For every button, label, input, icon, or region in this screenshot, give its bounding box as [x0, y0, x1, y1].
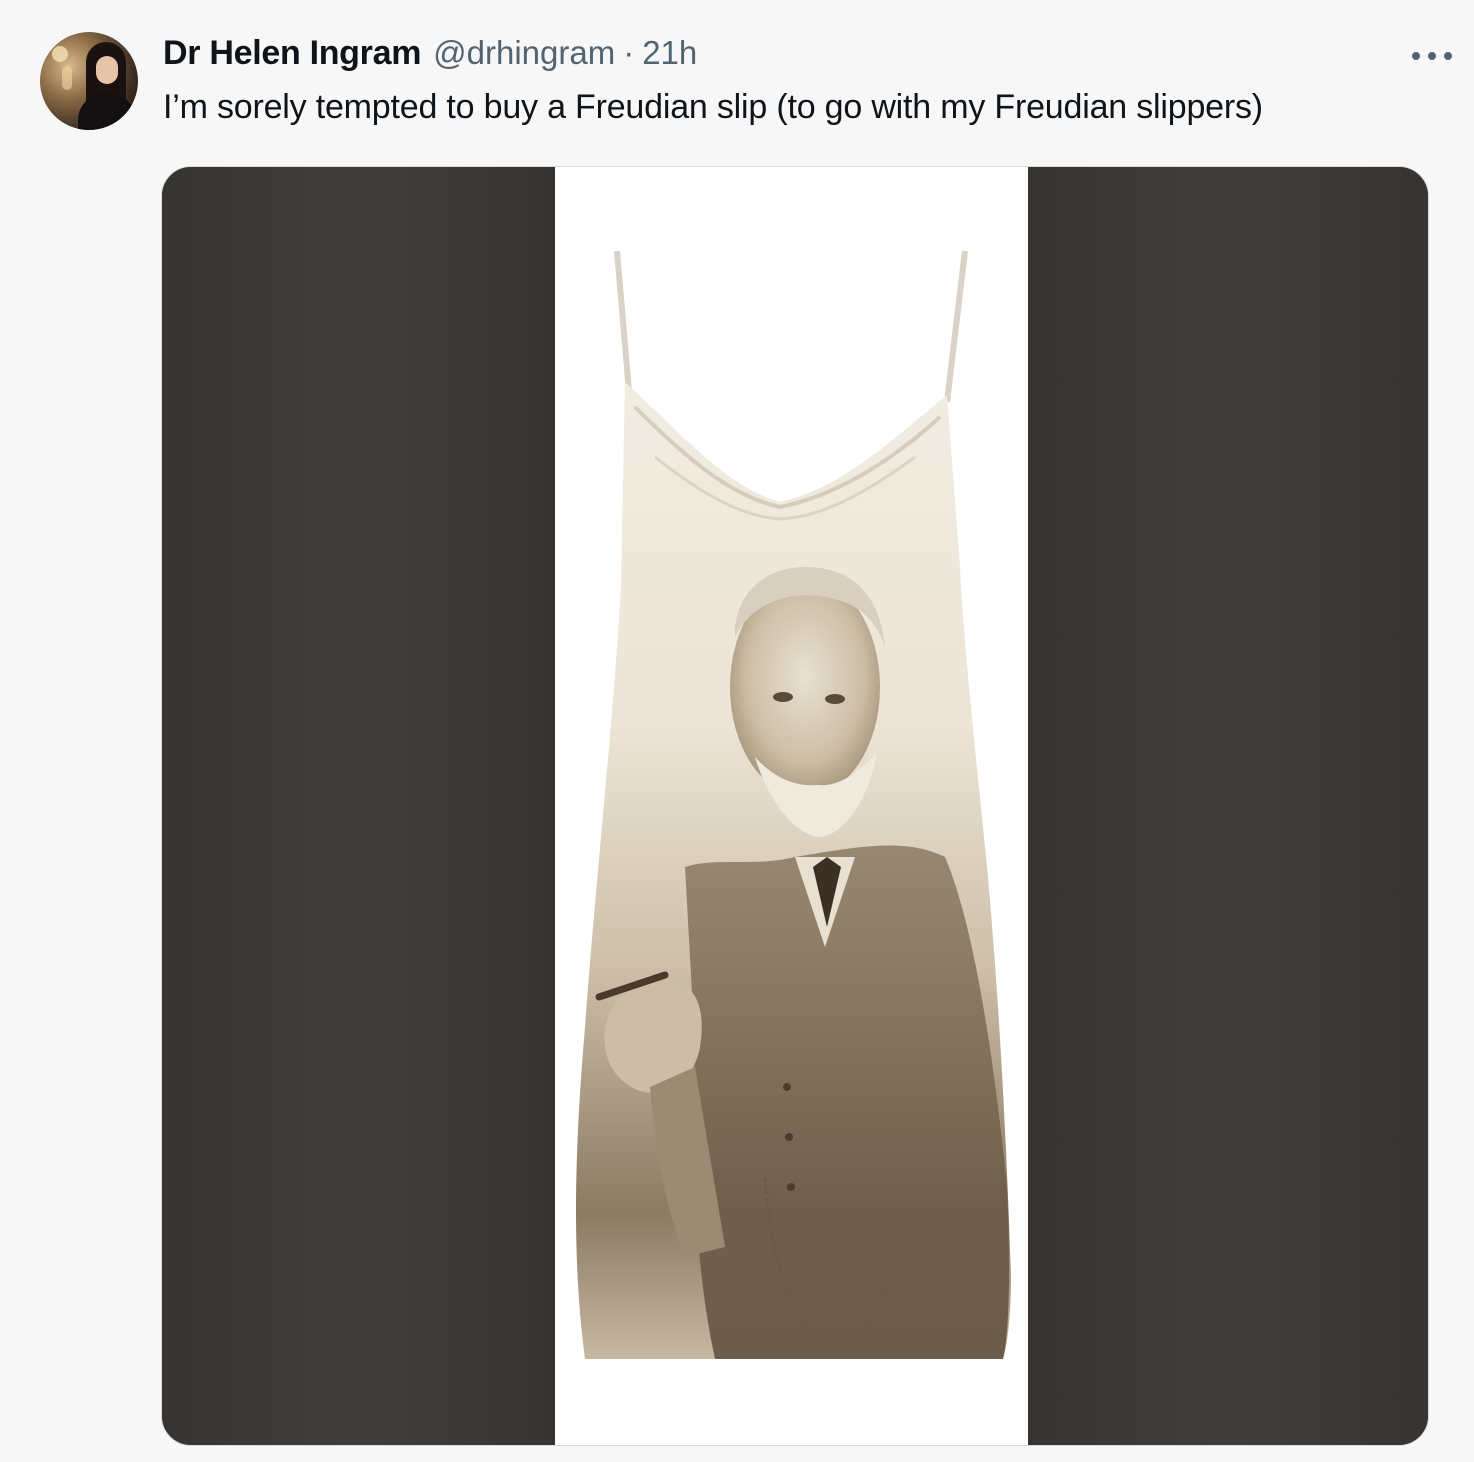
slip-dress-image	[576, 250, 1011, 1359]
more-dot	[1428, 52, 1436, 60]
tweet-header: Dr Helen Ingram @drhingram · 21h	[163, 34, 697, 78]
avatar-body-detail	[78, 94, 136, 130]
header-separator: ·	[623, 34, 635, 71]
author-display-name[interactable]: Dr Helen Ingram	[163, 34, 421, 73]
author-handle[interactable]: @drhingram	[433, 34, 615, 72]
avatar-light-detail	[52, 46, 68, 62]
more-dot	[1412, 52, 1420, 60]
more-dot	[1444, 52, 1452, 60]
avatar-face-detail	[96, 56, 118, 84]
portrait-suit	[685, 845, 1010, 1359]
dress-strap-left	[614, 250, 632, 393]
tweet-text: I’m sorely tempted to buy a Freudian sli…	[163, 88, 1263, 126]
tweet-media-photo[interactable]	[161, 166, 1429, 1446]
photo-backdrop-right	[1028, 167, 1428, 1445]
tweet-timestamp[interactable]: 21h	[642, 34, 697, 72]
photo-product-panel	[555, 167, 1028, 1445]
more-options-icon[interactable]	[1412, 40, 1452, 72]
photo-backdrop-left	[162, 167, 555, 1445]
tweet[interactable]: Dr Helen Ingram @drhingram · 21h I’m sor…	[0, 0, 1474, 1462]
author-avatar[interactable]	[40, 32, 138, 130]
dress-strap-right	[944, 250, 968, 403]
avatar-light-detail	[62, 66, 72, 90]
